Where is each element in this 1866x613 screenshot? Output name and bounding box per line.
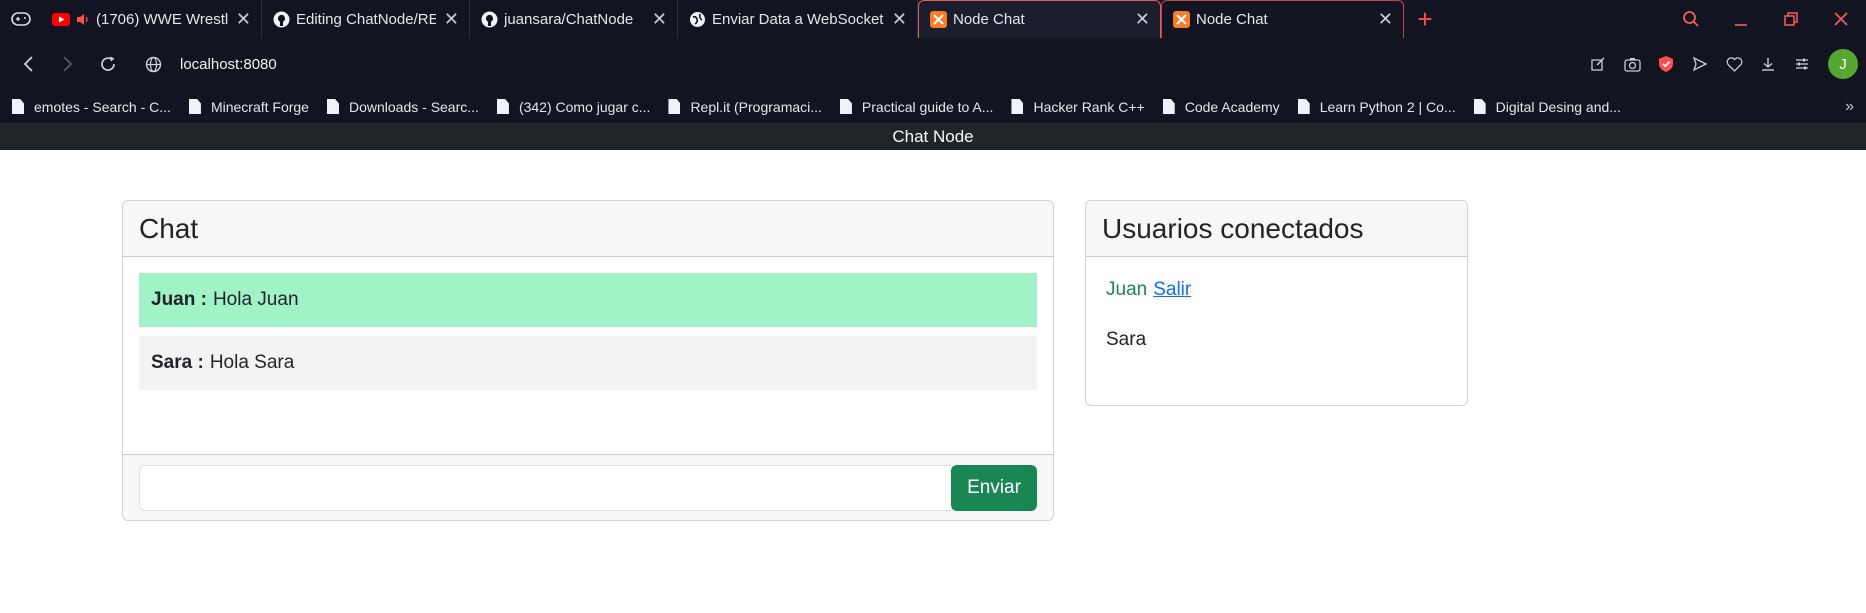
youtube-icon <box>52 10 70 28</box>
document-icon <box>1473 99 1486 114</box>
profile-avatar[interactable]: J <box>1828 49 1858 79</box>
xampp-icon <box>929 11 947 29</box>
users-title: Usuarios conectados <box>1102 212 1364 244</box>
double-chevron-right-icon[interactable]: » <box>1845 98 1854 116</box>
message-item: Juan : Hola Juan <box>139 273 1037 327</box>
document-icon <box>188 99 201 114</box>
message-text: Hola Juan <box>212 289 299 310</box>
speaker-icon[interactable] <box>76 10 90 28</box>
tab-github-readme[interactable]: Editing ChatNode/README ✕ <box>262 0 470 38</box>
message-item: Sara : Hola Sara <box>139 336 1037 390</box>
bookmark-item[interactable]: Repl.it (Programaci... <box>668 99 822 115</box>
bookmark-item[interactable]: Minecraft Forge <box>188 99 309 115</box>
bookmarks-bar: emotes - Search - C... Minecraft Forge D… <box>0 90 1866 124</box>
github-icon <box>272 10 290 28</box>
document-icon <box>326 99 339 114</box>
download-icon[interactable] <box>1754 50 1782 78</box>
toolbar-actions: J <box>1584 49 1858 79</box>
tab-title: Editing ChatNode/README <box>296 10 436 28</box>
bookmark-item[interactable]: Downloads - Searc... <box>326 99 479 115</box>
bookmark-item[interactable]: Practical guide to A... <box>839 99 993 115</box>
globe-icon <box>688 10 706 28</box>
window-controls <box>1666 0 1866 38</box>
url-text[interactable]: localhost:8080 <box>180 56 277 73</box>
message-input[interactable] <box>139 464 953 511</box>
close-icon[interactable]: ✕ <box>236 9 251 30</box>
chat-title: Chat <box>139 212 199 244</box>
current-user-name: Juan <box>1106 279 1148 300</box>
app-title: Chat Node <box>892 127 974 146</box>
message-text: Hola Sara <box>209 352 295 373</box>
gamepad-icon[interactable] <box>0 0 42 38</box>
back-icon[interactable] <box>8 44 48 84</box>
close-window-icon[interactable] <box>1816 0 1866 38</box>
chat-input-bar: Enviar <box>123 454 1053 520</box>
tab-title: (1706) WWE Wrestlema <box>96 10 228 28</box>
user-list: Juan Salir Sara <box>1086 257 1467 397</box>
site-info-globe-icon[interactable] <box>140 56 166 73</box>
close-icon[interactable]: ✕ <box>444 9 459 30</box>
page-content: Chat Juan : Hola Juan Sara : Hola Sara E… <box>0 150 1866 613</box>
camera-icon[interactable] <box>1618 50 1646 78</box>
heart-icon[interactable] <box>1720 50 1748 78</box>
user-item: Sara <box>1106 327 1447 353</box>
bookmark-item[interactable]: Hacker Rank C++ <box>1011 99 1145 115</box>
close-icon[interactable]: ✕ <box>652 9 667 30</box>
document-icon <box>1011 99 1024 114</box>
logout-link[interactable]: Salir <box>1153 279 1191 301</box>
easy-setup-sliders-icon[interactable] <box>1788 50 1816 78</box>
tab-node-chat-active[interactable]: Node Chat ✕ <box>918 0 1161 38</box>
forward-icon[interactable] <box>48 44 88 84</box>
message-list: Juan : Hola Juan Sara : Hola Sara <box>123 257 1053 413</box>
tab-title: Node Chat <box>953 11 1025 28</box>
document-icon <box>496 99 509 114</box>
app-header: Chat Node <box>0 124 1866 150</box>
xampp-icon <box>1172 11 1190 29</box>
close-icon[interactable]: ✕ <box>892 9 907 30</box>
message-sender: Juan : <box>151 289 207 310</box>
send-arrow-icon[interactable] <box>1686 50 1714 78</box>
bookmark-item[interactable]: Learn Python 2 | Co... <box>1297 99 1456 115</box>
bookmark-item[interactable]: Digital Desing and... <box>1473 99 1621 115</box>
minimize-icon[interactable] <box>1716 0 1766 38</box>
user-item-current: Juan Salir <box>1106 277 1447 303</box>
bookmark-item[interactable]: Code Academy <box>1162 99 1280 115</box>
tab-strip: (1706) WWE Wrestlema ✕ Editing ChatNode/… <box>0 0 1866 38</box>
send-button[interactable]: Enviar <box>951 464 1037 511</box>
document-icon <box>1162 99 1175 114</box>
user-name: Sara <box>1106 329 1147 350</box>
close-icon[interactable]: ✕ <box>1378 9 1393 30</box>
document-icon <box>839 99 852 114</box>
close-icon[interactable]: ✕ <box>1135 9 1150 30</box>
url-field[interactable]: localhost:8080 <box>140 46 277 82</box>
browser-chrome: (1706) WWE Wrestlema ✕ Editing ChatNode/… <box>0 0 1866 124</box>
message-sender: Sara : <box>151 352 204 373</box>
bookmark-item[interactable]: (342) Como jugar c... <box>496 99 650 115</box>
chat-card: Chat Juan : Hola Juan Sara : Hola Sara E… <box>122 200 1054 521</box>
search-tabs-icon[interactable] <box>1666 0 1716 38</box>
address-bar: localhost:8080 J <box>0 38 1866 90</box>
new-tab-plus-icon[interactable]: + <box>1404 0 1446 38</box>
tab-github-repo[interactable]: juansara/ChatNode ✕ <box>470 0 678 38</box>
document-icon <box>1297 99 1310 114</box>
edit-share-icon[interactable] <box>1584 50 1612 78</box>
shield-icon[interactable] <box>1652 50 1680 78</box>
users-card-header: Usuarios conectados <box>1086 201 1467 257</box>
document-icon <box>12 99 24 114</box>
restore-icon[interactable] <box>1766 0 1816 38</box>
chat-card-header: Chat <box>123 201 1053 257</box>
tab-title: Node Chat <box>1196 11 1268 28</box>
tab-websocket[interactable]: Enviar Data a WebSocket ✕ <box>678 0 918 38</box>
github-icon <box>480 10 498 28</box>
bookmark-item[interactable]: emotes - Search - C... <box>12 99 171 115</box>
connected-users-card: Usuarios conectados Juan Salir Sara <box>1085 200 1468 406</box>
tab-title: juansara/ChatNode <box>504 10 634 28</box>
tab-youtube[interactable]: (1706) WWE Wrestlema ✕ <box>42 0 262 38</box>
reload-icon[interactable] <box>88 44 128 84</box>
tab-title: Enviar Data a WebSocket <box>712 10 884 28</box>
document-icon <box>668 99 681 114</box>
tab-node-chat[interactable]: Node Chat ✕ <box>1161 0 1404 38</box>
